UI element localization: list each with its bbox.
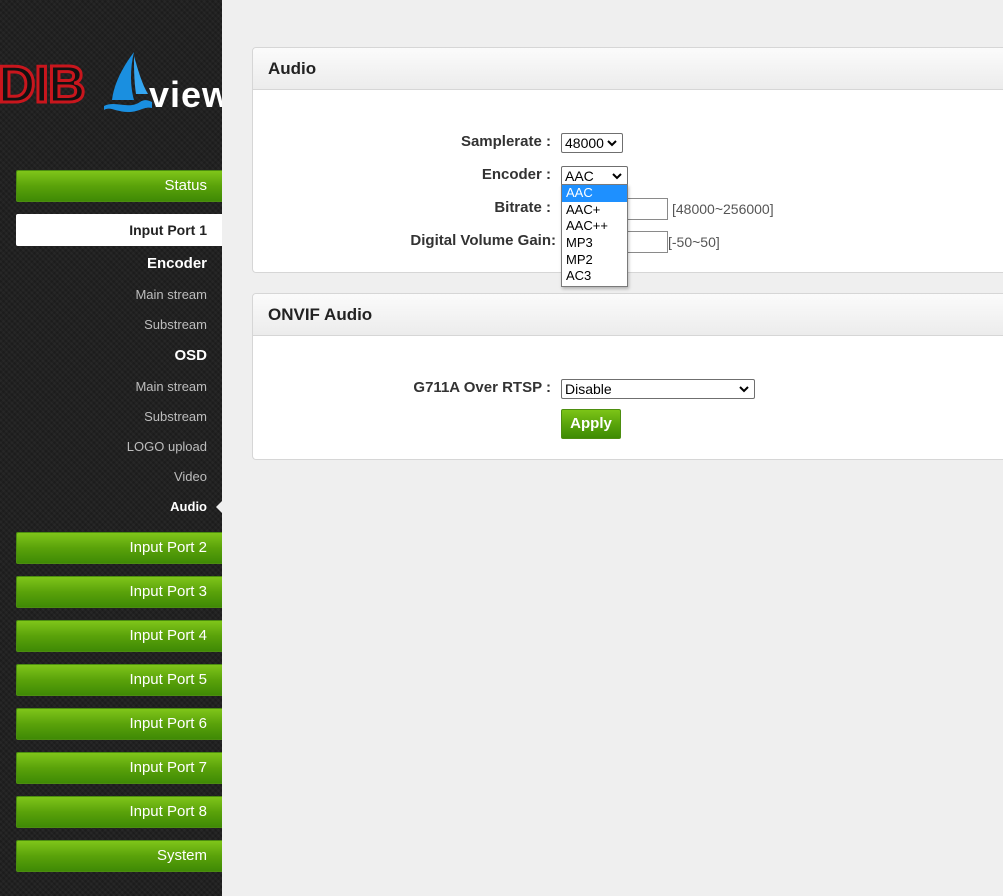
samplerate-select[interactable]: 48000: [561, 133, 623, 153]
nav-input-port-3[interactable]: Input Port 3: [16, 576, 222, 608]
sidebar: DIB view Status Input Port 1 Encoder Mai…: [0, 0, 222, 896]
onvif-audio-panel: ONVIF Audio: [252, 293, 1003, 460]
g711-select[interactable]: Disable: [561, 379, 755, 399]
nav-input-port-7[interactable]: Input Port 7: [16, 752, 222, 784]
nav-encoder-heading: Encoder: [146, 255, 207, 272]
encoder-label: Encoder :: [481, 166, 551, 183]
nav-system[interactable]: System: [16, 840, 222, 872]
encoder-value: AAC: [565, 168, 594, 184]
sailboat-icon: [104, 52, 152, 112]
dibview-logo: DIB view: [0, 50, 222, 120]
chevron-down-icon: [739, 386, 749, 393]
nav-input-port-4[interactable]: Input Port 4: [16, 620, 222, 652]
apply-button[interactable]: Apply: [561, 409, 621, 439]
onvif-panel-title: ONVIF Audio: [253, 294, 1003, 336]
nav-osd-substream[interactable]: Substream: [144, 409, 207, 424]
nav-input-port-6[interactable]: Input Port 6: [16, 708, 222, 740]
nav-encoder-main-stream[interactable]: Main stream: [135, 287, 207, 302]
active-item-arrow-icon: [216, 501, 222, 513]
gain-label: Digital Volume Gain:: [410, 232, 556, 249]
nav-input-port-8[interactable]: Input Port 8: [16, 796, 222, 828]
g711-label: G711A Over RTSP :: [413, 379, 551, 396]
encoder-select[interactable]: AAC: [561, 166, 628, 186]
chevron-down-icon: [607, 140, 617, 147]
gain-range-hint: [-50~50]: [668, 234, 720, 250]
nav-osd-heading: OSD: [174, 347, 207, 364]
chevron-down-icon: [612, 173, 622, 180]
samplerate-value: 48000: [565, 135, 604, 151]
encoder-option-aac[interactable]: AAC: [562, 185, 627, 202]
logo-text-view: view: [149, 74, 222, 115]
encoder-option-mp3[interactable]: MP3: [562, 235, 627, 252]
nav-audio[interactable]: Audio: [170, 499, 207, 514]
bitrate-range-hint: [48000~256000]: [672, 201, 774, 217]
encoder-dropdown-list: AAC AAC+ AAC++ MP3 MP2 AC3: [561, 184, 628, 287]
encoder-option-mp2[interactable]: MP2: [562, 252, 627, 269]
nav-encoder-substream[interactable]: Substream: [144, 317, 207, 332]
bitrate-label: Bitrate :: [494, 199, 551, 216]
g711-value: Disable: [565, 381, 612, 397]
audio-panel-title: Audio: [253, 48, 1003, 90]
nav-status[interactable]: Status: [16, 170, 222, 202]
nav-osd-main-stream[interactable]: Main stream: [135, 379, 207, 394]
nav-logo-upload[interactable]: LOGO upload: [127, 439, 207, 454]
nav-input-port-1[interactable]: Input Port 1: [16, 214, 222, 246]
encoder-option-ac3[interactable]: AC3: [562, 268, 627, 285]
encoder-option-aac-plus[interactable]: AAC+: [562, 202, 627, 219]
nav-input-port-5[interactable]: Input Port 5: [16, 664, 222, 696]
logo-text-dib: DIB: [0, 56, 87, 115]
samplerate-label: Samplerate :: [460, 133, 551, 150]
nav-input-port-2[interactable]: Input Port 2: [16, 532, 222, 564]
encoder-option-aac-plus-plus[interactable]: AAC++: [562, 218, 627, 235]
nav-video[interactable]: Video: [174, 469, 207, 484]
